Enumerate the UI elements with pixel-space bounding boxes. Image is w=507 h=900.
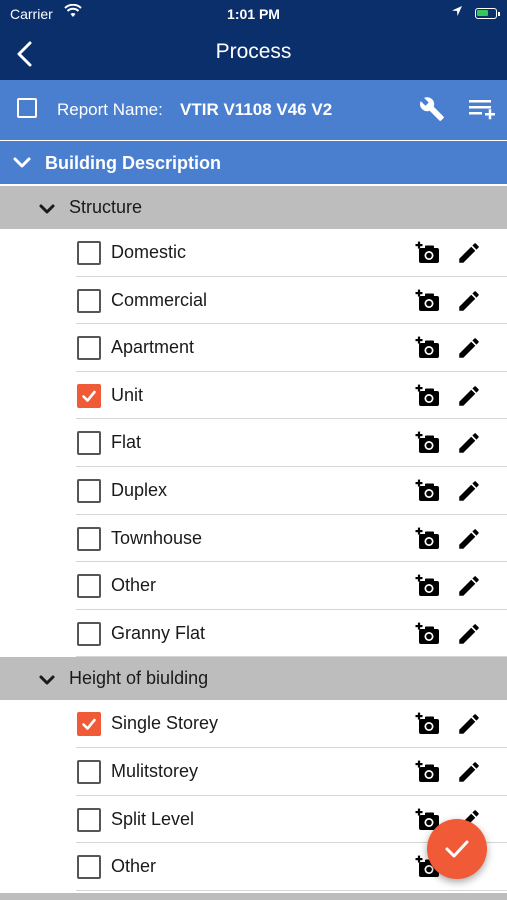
edit-pencil-icon[interactable] <box>456 711 482 742</box>
edit-pencil-icon[interactable] <box>456 240 482 271</box>
item-label: Domestic <box>111 242 187 262</box>
list-item: Granny Flat <box>0 609 507 658</box>
list-item: Other <box>0 562 507 610</box>
report-bar: Report Name: VTIR V1108 V46 V2 <box>0 80 507 140</box>
list-item: Unit <box>0 371 507 420</box>
battery-icon <box>475 8 497 19</box>
edit-pencil-icon[interactable] <box>456 573 482 604</box>
item-label: Granny Flat <box>111 622 206 643</box>
report-name-label: Report Name: <box>57 100 163 119</box>
list-item: Apartment <box>0 324 507 372</box>
item-label: Townhouse <box>111 527 203 548</box>
item-checkbox[interactable] <box>77 526 101 551</box>
add-photo-icon[interactable] <box>415 288 441 319</box>
checklist: Structure Domestic Commercial Apartment Unit… <box>0 186 507 891</box>
item-checkbox[interactable] <box>77 431 101 456</box>
list-item: Single Storey <box>0 700 507 748</box>
add-photo-icon[interactable] <box>415 335 441 366</box>
item-label: Apartment <box>111 337 195 358</box>
add-photo-icon[interactable] <box>415 478 441 509</box>
bottom-divider <box>0 893 507 900</box>
item-label: Other <box>111 856 157 877</box>
status-bar: Carrier 1:01 PM <box>0 0 507 28</box>
edit-pencil-icon[interactable] <box>456 430 482 461</box>
edit-pencil-icon[interactable] <box>456 526 482 557</box>
group-header[interactable]: Structure <box>0 186 507 229</box>
list-item: Duplex <box>0 466 507 515</box>
item-label: Other <box>111 575 157 596</box>
report-select-checkbox[interactable] <box>17 98 37 118</box>
add-photo-icon[interactable] <box>415 711 441 742</box>
item-checkbox[interactable] <box>77 336 101 361</box>
add-photo-icon[interactable] <box>415 526 441 557</box>
add-photo-icon[interactable] <box>415 240 441 271</box>
add-photo-icon[interactable] <box>415 430 441 461</box>
group-title: Height of biulding <box>69 668 209 689</box>
item-checkbox[interactable] <box>77 621 101 646</box>
add-photo-icon[interactable] <box>415 621 441 652</box>
item-label: Duplex <box>111 479 168 500</box>
checkmark-icon <box>445 840 469 858</box>
item-label: Mulitstorey <box>111 760 199 781</box>
edit-pencil-icon[interactable] <box>456 478 482 509</box>
list-item: Flat <box>0 419 507 467</box>
report-name-value: VTIR V1108 V46 V2 <box>180 100 333 119</box>
item-checkbox[interactable] <box>77 288 101 313</box>
item-checkbox[interactable] <box>77 241 101 265</box>
item-checkbox[interactable] <box>77 807 101 832</box>
page-title: Process <box>215 40 292 63</box>
confirm-fab-button[interactable] <box>427 819 487 879</box>
list-item: Commercial <box>0 276 507 325</box>
item-checkbox[interactable] <box>77 383 101 408</box>
item-checkbox[interactable] <box>77 574 101 599</box>
edit-pencil-icon[interactable] <box>456 383 482 414</box>
group-header[interactable]: Height of biulding <box>0 657 507 701</box>
group-title: Structure <box>69 197 143 217</box>
item-label: Commercial <box>111 289 208 310</box>
edit-pencil-icon[interactable] <box>456 759 482 790</box>
chevron-down-icon <box>36 669 58 696</box>
item-label: Flat <box>111 432 142 453</box>
add-list-icon[interactable] <box>468 96 496 122</box>
list-item: Domestic <box>0 229 507 277</box>
list-item: Townhouse <box>0 514 507 563</box>
list-item: Mulitstorey <box>0 747 507 796</box>
add-photo-icon[interactable] <box>415 759 441 790</box>
edit-pencil-icon[interactable] <box>456 288 482 319</box>
item-checkbox[interactable] <box>77 712 101 737</box>
wrench-icon[interactable] <box>419 96 445 122</box>
item-label: Split Level <box>111 808 195 829</box>
edit-pencil-icon[interactable] <box>456 335 482 366</box>
chevron-down-icon <box>36 198 58 225</box>
item-checkbox[interactable] <box>77 759 101 784</box>
location-icon <box>452 6 462 16</box>
section-title: Building Description <box>45 153 222 173</box>
add-photo-icon[interactable] <box>415 573 441 604</box>
chevron-down-icon <box>13 157 31 168</box>
clock: 1:01 PM <box>227 6 280 22</box>
item-checkbox[interactable] <box>77 855 101 880</box>
nav-bar: Process <box>0 28 507 80</box>
item-label: Unit <box>111 384 144 405</box>
edit-pencil-icon[interactable] <box>456 621 482 652</box>
item-checkbox[interactable] <box>77 478 101 503</box>
add-photo-icon[interactable] <box>415 383 441 414</box>
section-header[interactable]: Building Description <box>0 141 507 184</box>
item-label: Single Storey <box>111 713 219 734</box>
